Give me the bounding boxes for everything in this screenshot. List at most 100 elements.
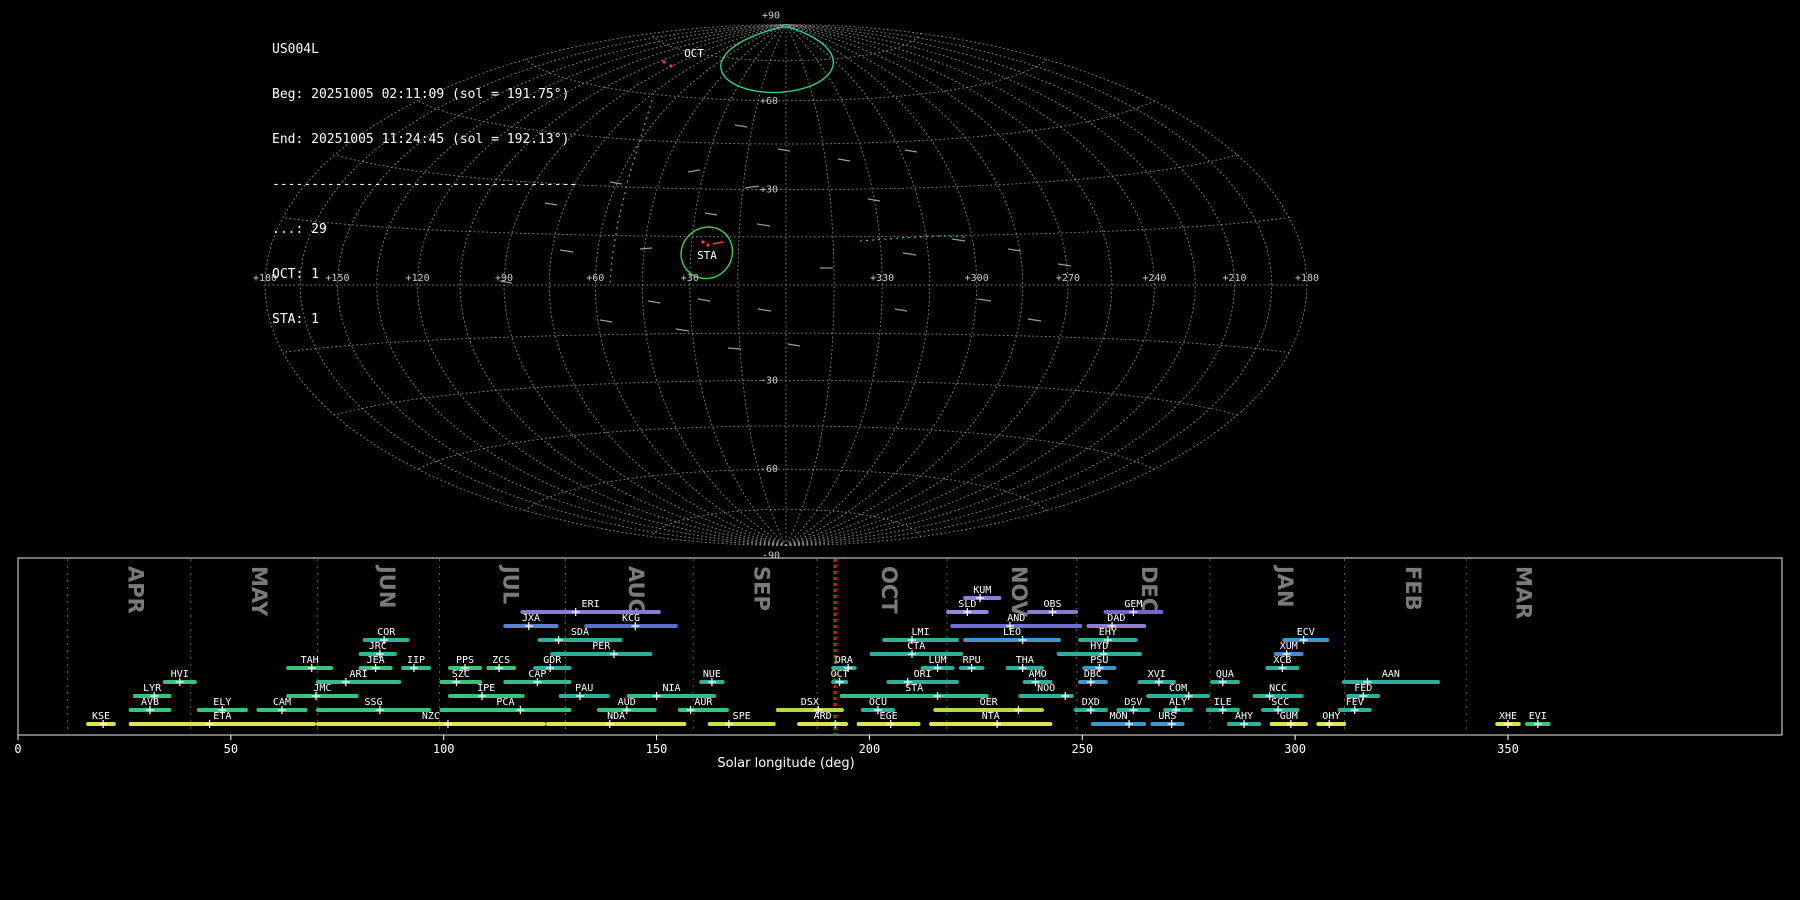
- shower-sld: SLD: [946, 599, 989, 616]
- shower-label: LMI: [911, 627, 929, 638]
- meteor-trail: [675, 328, 690, 332]
- shower-xcb: XCB: [1265, 655, 1300, 672]
- month-label: APR: [124, 566, 148, 614]
- shower-label: ETA: [213, 711, 231, 722]
- meteor-trail: [704, 212, 718, 216]
- shower-label: CAP: [528, 669, 546, 680]
- x-tick-label: 150: [646, 742, 668, 756]
- meteor-trail: [1007, 248, 1022, 252]
- meteor-trail: [1027, 318, 1042, 322]
- shower-bar: [869, 652, 964, 656]
- shower-eta: ETA: [128, 711, 316, 728]
- grid-meridian: [594, 24, 787, 546]
- month-label: NOV: [1007, 566, 1031, 618]
- shower-label: ERI: [582, 599, 600, 610]
- shower-jxa: JXA: [503, 613, 559, 630]
- month-label: JAN: [1273, 564, 1297, 608]
- shower-label: ELY: [213, 697, 231, 708]
- lon-label: +270: [1056, 273, 1080, 284]
- shower-label: PSU: [1090, 655, 1108, 666]
- meteor-trail: [744, 185, 760, 189]
- sta-count: STA: 1: [272, 312, 319, 327]
- shower-label: NZC: [422, 711, 440, 722]
- shower-label: SDA: [571, 627, 589, 638]
- shower-kcg: KCG: [584, 613, 678, 630]
- red-radiant-mark: [669, 64, 673, 68]
- shower-label: URS: [1158, 711, 1176, 722]
- meteor-trail: [894, 308, 908, 312]
- shower-nta: NTA: [929, 711, 1053, 728]
- shower-mon: MON: [1090, 711, 1147, 728]
- lat-label: +60: [760, 96, 778, 107]
- shower-aur: AUR: [677, 697, 729, 714]
- shower-label: ARI: [350, 669, 368, 680]
- shower-label: NDA: [607, 711, 625, 722]
- shower-ssg: SSG: [316, 697, 431, 714]
- lat-label: +90: [762, 11, 780, 22]
- meteor-trail: [647, 300, 661, 304]
- shower-hvi: HVI: [162, 669, 197, 686]
- shower-label: DSX: [801, 697, 819, 708]
- shower-label: ARD: [814, 711, 832, 722]
- shower-label: NIA: [662, 683, 680, 694]
- shower-label: DSV: [1124, 697, 1142, 708]
- meteor-trail: [837, 158, 851, 162]
- shower-bar: [1150, 722, 1185, 726]
- sporadic-count: ...: 29: [272, 222, 327, 237]
- oct-count: OCT: 1: [272, 267, 319, 282]
- shower-xhe: XHE: [1495, 711, 1521, 728]
- observation-info-block: US004L Beg: 20251005 02:11:09 (sol = 191…: [272, 12, 577, 357]
- shower-dxd: DXD: [1073, 697, 1108, 714]
- shower-label: OER: [980, 697, 999, 708]
- meteor-trail: [951, 238, 966, 242]
- shower-label: LUM: [929, 655, 947, 666]
- green-track: [609, 99, 653, 286]
- activity-timeline: APR MAY JUN JUL AUG SEP OCT NOV DEC JAN FEB MARKUME…: [14, 557, 1783, 756]
- shower-label: ILE: [1214, 697, 1232, 708]
- shower-label: XUM: [1280, 641, 1298, 652]
- shower-label: HYD: [1090, 641, 1108, 652]
- separator: ---------------------------------------: [272, 177, 578, 192]
- shower-label: FED: [1354, 683, 1372, 694]
- shower-cap: CAP: [503, 669, 572, 686]
- shower-nzc: NZC: [316, 711, 546, 728]
- shower-label: LYR: [143, 683, 162, 694]
- shower-label: OHY: [1322, 711, 1340, 722]
- x-tick-label: 250: [1071, 742, 1093, 756]
- meteor-trail: [599, 319, 613, 323]
- shower-label: DXD: [1082, 697, 1100, 708]
- shower-label: QUA: [1216, 669, 1234, 680]
- grid-meridian: [785, 24, 883, 546]
- shower-aud: AUD: [596, 697, 657, 714]
- shower-label: GEM: [1124, 599, 1142, 610]
- shower-leo: LEO: [963, 627, 1061, 644]
- shower-evi: EVI: [1525, 711, 1551, 728]
- shower-bar: [128, 722, 316, 726]
- shower-bar: [316, 722, 546, 726]
- lon-label: +180: [1295, 273, 1319, 284]
- shower-label: CAM: [273, 697, 291, 708]
- red-radiant-mark: [712, 241, 724, 245]
- x-tick-label: 200: [859, 742, 881, 756]
- shower-label: IIP: [407, 655, 425, 666]
- shower-nda: NDA: [545, 711, 687, 728]
- shower-label: IPE: [477, 683, 495, 694]
- shower-label: RPU: [963, 655, 981, 666]
- shower-bar: [550, 652, 653, 656]
- shower-sta: STA: [839, 683, 989, 700]
- shower-label: XHE: [1499, 711, 1517, 722]
- month-label: OCT: [877, 566, 901, 614]
- shower-label: ORI: [914, 669, 932, 680]
- meteor-trail: [902, 252, 917, 256]
- month-label: MAR: [1512, 566, 1536, 619]
- shower-spe: SPE: [707, 711, 776, 728]
- shower-pca: PCA: [439, 697, 572, 714]
- shower-label: AUR: [694, 697, 713, 708]
- lon-label: +240: [1142, 273, 1166, 284]
- shower-label: LEO: [1003, 627, 1021, 638]
- shower-label: XVI: [1148, 669, 1166, 680]
- lon-label: +300: [965, 273, 989, 284]
- shower-fev: FEV: [1337, 697, 1372, 714]
- shower-label: JRC: [369, 641, 387, 652]
- meteor-trail: [904, 149, 918, 153]
